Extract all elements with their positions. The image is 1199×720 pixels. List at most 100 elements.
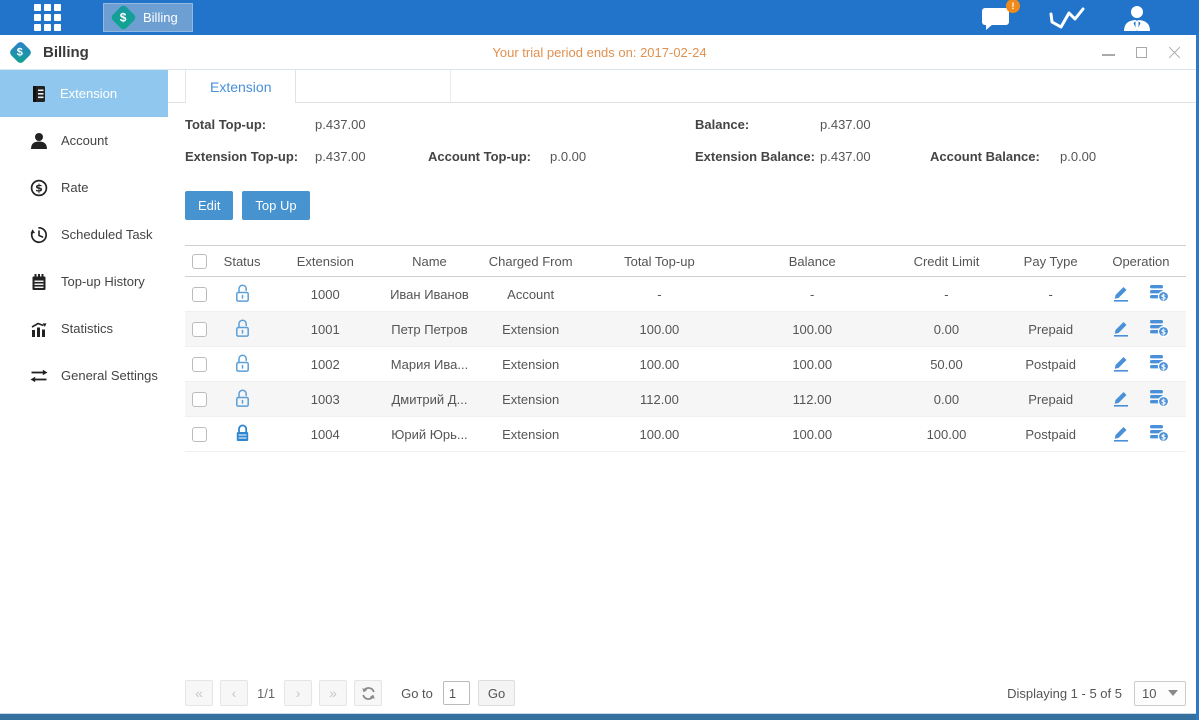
charged-from-cell: Extension xyxy=(480,347,582,382)
tab-strip: Extension xyxy=(168,70,1199,103)
prev-page-button[interactable]: ‹ xyxy=(220,680,248,706)
charged-from-cell: Extension xyxy=(480,417,582,452)
sidebar-item-label: Statistics xyxy=(61,321,113,336)
svg-text:$: $ xyxy=(35,181,43,194)
close-button[interactable] xyxy=(1168,46,1181,59)
balance-cell: 112.00 xyxy=(737,382,887,417)
displaying-text: Displaying 1 - 5 of 5 xyxy=(1007,686,1122,701)
table-row: 1001 Петр Петров Extension 100.00 100.00… xyxy=(185,312,1186,347)
sidebar-item-account[interactable]: Account xyxy=(0,117,168,164)
extension-cell: 1001 xyxy=(271,312,379,347)
top-up-button[interactable]: Top Up xyxy=(242,191,309,220)
edit-row-icon[interactable] xyxy=(1112,353,1130,372)
top-up-row-icon[interactable]: $ xyxy=(1149,283,1169,302)
edit-row-icon[interactable] xyxy=(1112,423,1130,442)
credit-limit-cell: 50.00 xyxy=(887,347,1005,382)
resource-monitor-icon[interactable] xyxy=(1049,6,1085,30)
top-up-row-icon[interactable]: $ xyxy=(1149,318,1169,337)
table-row: 1004 Юрий Юрь... Extension 100.00 100.00… xyxy=(185,417,1186,452)
sidebar-item-extension[interactable]: Extension xyxy=(0,70,168,117)
col-pay-type: Pay Type xyxy=(1006,246,1096,277)
balance-cell: 100.00 xyxy=(737,312,887,347)
window-bottom-border xyxy=(0,713,1199,720)
goto-page-input[interactable] xyxy=(443,681,470,705)
billing-task-label: Billing xyxy=(143,10,178,25)
row-checkbox[interactable] xyxy=(192,322,207,337)
billing-summary: Total Top-up: p.437.00 Balance: p.437.00… xyxy=(185,117,1186,164)
tab-extension[interactable]: Extension xyxy=(185,70,296,103)
edit-row-icon[interactable] xyxy=(1112,388,1130,407)
svg-text:$: $ xyxy=(1161,397,1166,406)
edit-row-icon[interactable] xyxy=(1112,318,1130,337)
col-charged-from: Charged From xyxy=(480,246,582,277)
total-topup-cell: 112.00 xyxy=(582,382,737,417)
scheduled-task-icon xyxy=(30,226,48,244)
row-checkbox[interactable] xyxy=(192,427,207,442)
extension-cell: 1002 xyxy=(271,347,379,382)
credit-limit-cell: 0.00 xyxy=(887,382,1005,417)
sidebar-item-label: Top-up History xyxy=(61,274,145,289)
lock-open-icon xyxy=(233,318,252,338)
sidebar-item-topup-history[interactable]: Top-up History xyxy=(0,258,168,305)
total-topup-cell: - xyxy=(582,277,737,312)
apps-grid-icon[interactable] xyxy=(34,4,61,31)
table-row: 1002 Мария Ива... Extension 100.00 100.0… xyxy=(185,347,1186,382)
sidebar-item-rate[interactable]: $ Rate xyxy=(0,164,168,211)
table-row: 1000 Иван Иванов Account - - - - $ xyxy=(185,277,1186,312)
last-page-button[interactable]: » xyxy=(319,680,347,706)
row-checkbox[interactable] xyxy=(192,287,207,302)
edit-button[interactable]: Edit xyxy=(185,191,233,220)
lock-open-icon xyxy=(233,283,252,303)
credit-limit-cell: 100.00 xyxy=(887,417,1005,452)
sidebar-item-scheduled-task[interactable]: Scheduled Task xyxy=(0,211,168,258)
edit-row-icon[interactable] xyxy=(1112,283,1130,302)
sidebar-item-statistics[interactable]: Statistics xyxy=(0,305,168,352)
pay-type-cell: - xyxy=(1006,277,1096,312)
row-checkbox[interactable] xyxy=(192,357,207,372)
chat-notification-badge: ! xyxy=(1006,0,1020,13)
total-topup-cell: 100.00 xyxy=(582,312,737,347)
sidebar-item-label: Scheduled Task xyxy=(61,227,153,242)
top-up-row-icon[interactable]: $ xyxy=(1149,388,1169,407)
general-settings-icon xyxy=(30,367,48,385)
billing-diamond-icon: $ xyxy=(110,4,137,31)
select-all-checkbox[interactable] xyxy=(192,254,207,269)
total-topup-cell: 100.00 xyxy=(582,417,737,452)
minimize-button[interactable] xyxy=(1102,46,1115,59)
user-icon[interactable] xyxy=(1123,5,1151,31)
refresh-button[interactable] xyxy=(354,680,382,706)
row-checkbox[interactable] xyxy=(192,392,207,407)
page-size-select[interactable]: 10 xyxy=(1134,681,1186,706)
statistics-icon xyxy=(30,320,48,338)
next-page-button[interactable]: › xyxy=(284,680,312,706)
name-cell: Иван Иванов xyxy=(379,277,479,312)
account-icon xyxy=(30,132,48,150)
top-up-row-icon[interactable]: $ xyxy=(1149,353,1169,372)
svg-text:$: $ xyxy=(1161,432,1166,441)
page-title: Billing xyxy=(43,44,89,61)
go-button[interactable]: Go xyxy=(478,680,515,706)
topup-history-icon xyxy=(30,273,48,291)
total-topup-label: Total Top-up: xyxy=(185,117,315,132)
name-cell: Мария Ива... xyxy=(379,347,479,382)
extension-cell: 1004 xyxy=(271,417,379,452)
account-balance-label: Account Balance: xyxy=(930,149,1060,164)
pay-type-cell: Postpaid xyxy=(1006,347,1096,382)
col-status: Status xyxy=(213,246,271,277)
top-system-bar: $ Billing ! xyxy=(0,0,1199,35)
charged-from-cell: Extension xyxy=(480,382,582,417)
sidebar-item-label: Extension xyxy=(60,86,117,101)
account-topup-label: Account Top-up: xyxy=(428,149,550,164)
maximize-button[interactable] xyxy=(1135,46,1148,59)
billing-task-tab[interactable]: $ Billing xyxy=(103,3,193,32)
top-up-row-icon[interactable]: $ xyxy=(1149,423,1169,442)
extension-topup-label: Extension Top-up: xyxy=(185,149,315,164)
chevron-down-icon xyxy=(1168,690,1178,696)
chat-icon[interactable]: ! xyxy=(981,6,1011,30)
pay-type-cell: Prepaid xyxy=(1006,382,1096,417)
extension-balance-label: Extension Balance: xyxy=(695,149,820,164)
first-page-button[interactable]: « xyxy=(185,680,213,706)
sidebar-item-general-settings[interactable]: General Settings xyxy=(0,352,168,399)
table-header-row: Status Extension Name Charged From Total… xyxy=(185,246,1186,277)
svg-text:$: $ xyxy=(1161,292,1166,301)
